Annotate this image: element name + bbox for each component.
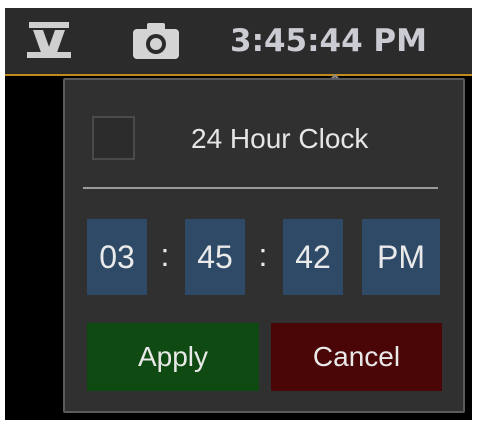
time-separator: : (258, 237, 268, 273)
topbar-accent-line (5, 74, 472, 76)
clock-display[interactable]: 3:45:44 PM (230, 20, 427, 62)
seconds-field[interactable]: 42 (283, 219, 343, 295)
divider (83, 187, 438, 189)
minutes-field[interactable]: 45 (185, 219, 245, 295)
ampm-field[interactable]: PM (362, 219, 440, 295)
camera-icon[interactable] (133, 23, 179, 59)
time-settings-popup: 24 Hour Clock 03 : 45 : 42 PM Apply Canc… (63, 78, 465, 413)
hours-field[interactable]: 03 (87, 219, 147, 295)
cancel-button[interactable]: Cancel (271, 323, 442, 391)
time-separator: : (160, 237, 170, 273)
app-frame: 3:45:44 PM 24 Hour Clock 03 : 45 : 42 PM… (5, 8, 472, 420)
24-hour-clock-label: 24 Hour Clock (191, 123, 369, 154)
apply-button[interactable]: Apply (87, 323, 259, 391)
app-logo-icon[interactable] (27, 22, 71, 58)
top-bar: 3:45:44 PM (5, 8, 472, 74)
24-hour-clock-checkbox[interactable] (92, 116, 135, 160)
